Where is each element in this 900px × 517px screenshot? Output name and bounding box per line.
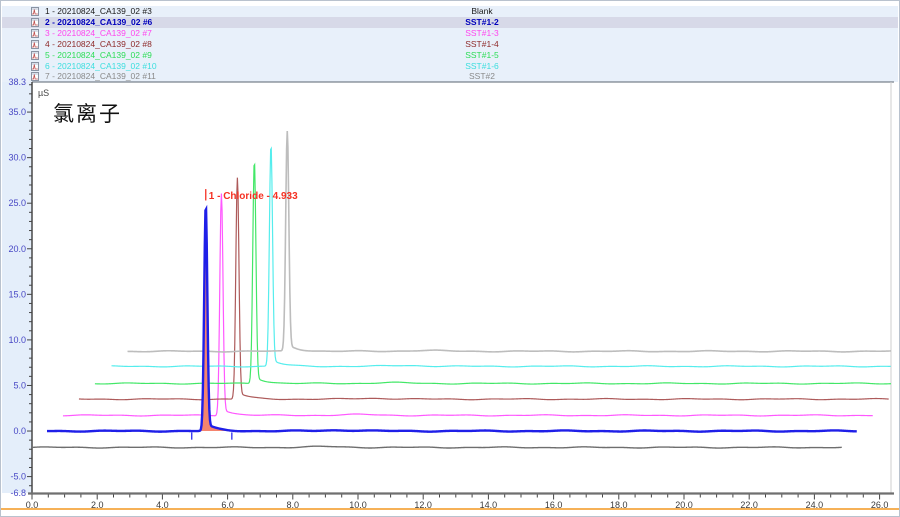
y-tick-label: 10.0 xyxy=(8,335,26,345)
chart-title: 氯离子 xyxy=(53,98,122,128)
y-axis-unit: µS xyxy=(38,88,49,98)
y-tick-label: 38.3 xyxy=(8,77,26,87)
y-tick-label: 15.0 xyxy=(8,289,26,299)
trace-SST#2 xyxy=(128,131,891,352)
y-tick-label: 0.0 xyxy=(13,426,26,436)
y-tick-label: -6.8 xyxy=(10,488,26,498)
y-tick-label: 35.0 xyxy=(8,107,26,117)
trace-SST#1-2-selected[interactable] xyxy=(47,209,857,431)
trace-Blank xyxy=(32,446,842,448)
chromatogram-canvas[interactable]: 38.3 -6.8 35.0 30.0 25.0 20.0 15.0 10.0 5.0 0.0 -5… xyxy=(1,1,900,517)
y-tick-label: 5.0 xyxy=(13,380,26,390)
chromatography-window: 1 - 20210824_CA139_02 #3Blank2 - 2021082… xyxy=(0,0,900,517)
trace-SST#1-6 xyxy=(112,148,891,367)
peak-annotation: 1 - Chloride - 4.933 xyxy=(209,191,298,202)
y-tick-label: 30.0 xyxy=(8,153,26,163)
y-tick-label: 20.0 xyxy=(8,244,26,254)
y-tick-label: 25.0 xyxy=(8,198,26,208)
y-tick-label: -5.0 xyxy=(10,472,26,482)
